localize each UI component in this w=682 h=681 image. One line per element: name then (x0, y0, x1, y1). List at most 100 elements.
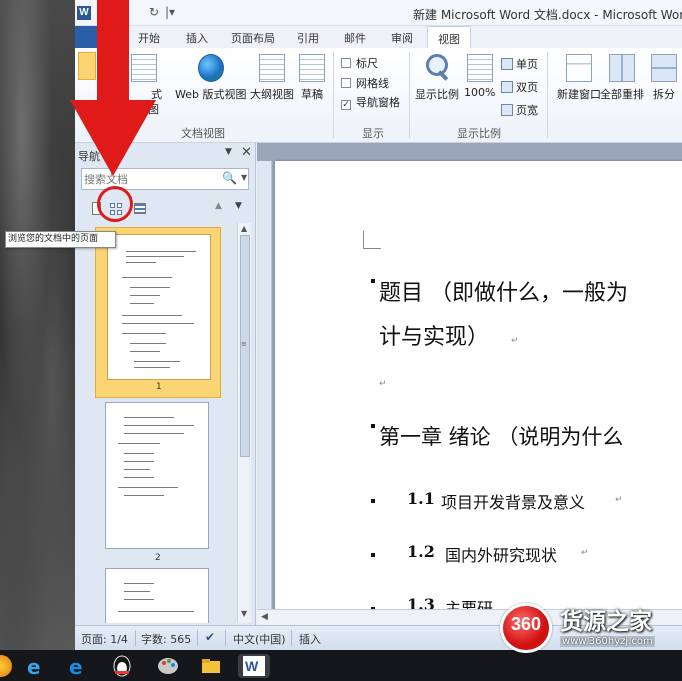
text-line (122, 277, 172, 278)
gridlines-checkbox[interactable]: 网格线 (341, 75, 389, 91)
nav-pane-close-icon[interactable]: ✕ (241, 145, 252, 160)
checkbox-icon (341, 78, 351, 88)
doc-title-line-1: 题目 （即做什么，一般为 (379, 281, 628, 306)
checkmark-icon: ✓ (341, 100, 351, 110)
page-width-button[interactable]: 页宽 (501, 102, 538, 118)
page-thumbnail-2[interactable] (105, 402, 209, 549)
paragraph-mark: ↵ (379, 379, 387, 389)
tab-review[interactable]: 审阅 (391, 30, 413, 46)
search-icon[interactable]: 🔍 (222, 171, 237, 185)
status-word-count[interactable]: 字数: 565 (141, 631, 191, 647)
text-line (126, 256, 184, 257)
show-group-label: 显示 (362, 127, 384, 140)
paragraph-mark: ↵ (615, 495, 623, 505)
margin-crop-mark (363, 231, 381, 249)
draft-button[interactable]: 草稿 (299, 54, 325, 102)
ribbon-tab-bar: 开始 插入 页面布局 引用 邮件 审阅 视图 (75, 26, 682, 49)
ribbon-view-panel: 式 见图 Web 版式视图 大纲视图 草稿 文档视图 标尺 网格线 ✓导航窗格 … (75, 48, 682, 143)
tab-references[interactable]: 引用 (297, 30, 319, 46)
nav-pane-menu-icon[interactable]: ▼ (225, 147, 232, 157)
paint-palette-icon[interactable] (156, 654, 180, 678)
watermark: 360 货源之家 www.360hyzj.com (500, 600, 682, 664)
page-thumbnail-1[interactable]: 1 (95, 227, 221, 398)
one-page-button[interactable]: 单页 (501, 56, 538, 72)
text-line (130, 303, 154, 304)
status-separator (225, 630, 226, 646)
tab-insert[interactable]: 插入 (186, 30, 208, 46)
thumbnail-scrollbar[interactable]: ▲ ≡ ▼ (237, 223, 251, 623)
text-line (130, 351, 160, 352)
customize-qat-icon[interactable]: |▾ (165, 5, 175, 19)
text-line (118, 487, 178, 488)
arrange-all-button[interactable]: 全部重排 (600, 54, 644, 102)
ribbon-separator (547, 52, 548, 138)
window-title: 新建 Microsoft Word 文档.docx - Microsoft Wo… (413, 8, 682, 22)
doc-title-line-2: 计与实现） (379, 325, 490, 350)
document-page[interactable]: 题目 （即做什么，一般为 计与实现） ↵ ↵ 第一章 绪论 （说明为什么 1.1… (275, 161, 682, 613)
page-thumbnail-content (107, 234, 211, 380)
status-insert-mode[interactable]: 插入 (299, 631, 321, 647)
text-line (124, 417, 174, 418)
checkbox-icon (341, 58, 351, 68)
svg-text:W: W (245, 658, 259, 674)
paragraph-bullet (371, 499, 375, 503)
watermark-name: 货源之家 (560, 609, 652, 635)
text-line (124, 425, 194, 426)
two-pages-button[interactable]: 双页 (501, 79, 538, 95)
tab-page-layout[interactable]: 页面布局 (231, 30, 275, 46)
arrow-shaft (97, 0, 129, 108)
browse-results-button[interactable] (131, 200, 149, 218)
scroll-left-icon[interactable]: ◀ (261, 612, 268, 622)
doc-views-group-label: 文档视图 (181, 127, 225, 140)
split-icon (651, 54, 677, 82)
qq-penguin-icon[interactable] (110, 654, 134, 678)
status-page[interactable]: 页面: 1/4 (81, 631, 128, 647)
text-line (134, 361, 180, 362)
text-line (124, 453, 154, 454)
status-language[interactable]: 中文(中国) (233, 631, 286, 647)
text-line (134, 367, 170, 368)
tooltip: 浏览您的文档中的页面 (5, 231, 116, 248)
results-list-icon (134, 203, 146, 214)
text-line (130, 295, 160, 296)
text-line (124, 495, 164, 496)
ruler-checkbox[interactable]: 标尺 (341, 55, 378, 71)
page-number-label: 2 (155, 553, 161, 563)
scroll-up-icon[interactable]: ▲ (241, 224, 247, 233)
page-number-label: 1 (156, 382, 162, 392)
file-explorer-icon[interactable] (199, 654, 223, 678)
start-orb-icon[interactable] (0, 655, 12, 677)
edge-icon[interactable]: e (66, 654, 90, 678)
text-line (124, 433, 184, 434)
outline-button[interactable]: 大纲视图 (250, 54, 294, 102)
word-taskbar-button[interactable]: W (238, 654, 270, 678)
tab-mailings[interactable]: 邮件 (344, 30, 366, 46)
magnifier-icon (424, 54, 450, 82)
text-line (122, 323, 194, 324)
vertical-ruler (257, 161, 272, 609)
tab-view[interactable]: 视图 (427, 26, 471, 49)
zoom-100-button[interactable]: 100% (464, 54, 495, 99)
svg-text:e: e (69, 655, 83, 678)
red-circle-annotation (97, 186, 133, 222)
paragraph-mark: ↵ (511, 336, 519, 346)
nav-pane-checkbox[interactable]: ✓ 导航窗格 (341, 94, 400, 110)
scroll-down-icon[interactable]: ▼ (241, 609, 247, 618)
ie-icon[interactable]: e (24, 654, 48, 678)
web-layout-button[interactable]: Web 版式视图 (175, 54, 246, 102)
next-result-icon[interactable]: ▼ (235, 201, 242, 211)
chapter-heading: 第一章 绪论 （说明为什么 (379, 425, 624, 449)
previous-result-icon[interactable]: ▲ (215, 201, 222, 211)
paragraph-bullet (371, 553, 375, 557)
new-window-icon (566, 54, 592, 82)
text-line (126, 262, 156, 263)
page-thumbnail-3[interactable] (105, 568, 209, 623)
zoom-group-label: 显示比例 (457, 127, 501, 140)
document-area: 题目 （即做什么，一般为 计与实现） ↵ ↵ 第一章 绪论 （说明为什么 1.1… (257, 143, 682, 625)
proofing-check-icon[interactable]: ✔ (205, 630, 215, 644)
split-button[interactable]: 拆分 (651, 54, 677, 102)
search-options-chevron-icon[interactable]: ▼ (241, 173, 247, 182)
zoom-button[interactable]: 显示比例 (415, 54, 459, 102)
svg-text:e: e (27, 655, 41, 678)
new-window-button[interactable]: 新建窗口 (557, 54, 601, 102)
